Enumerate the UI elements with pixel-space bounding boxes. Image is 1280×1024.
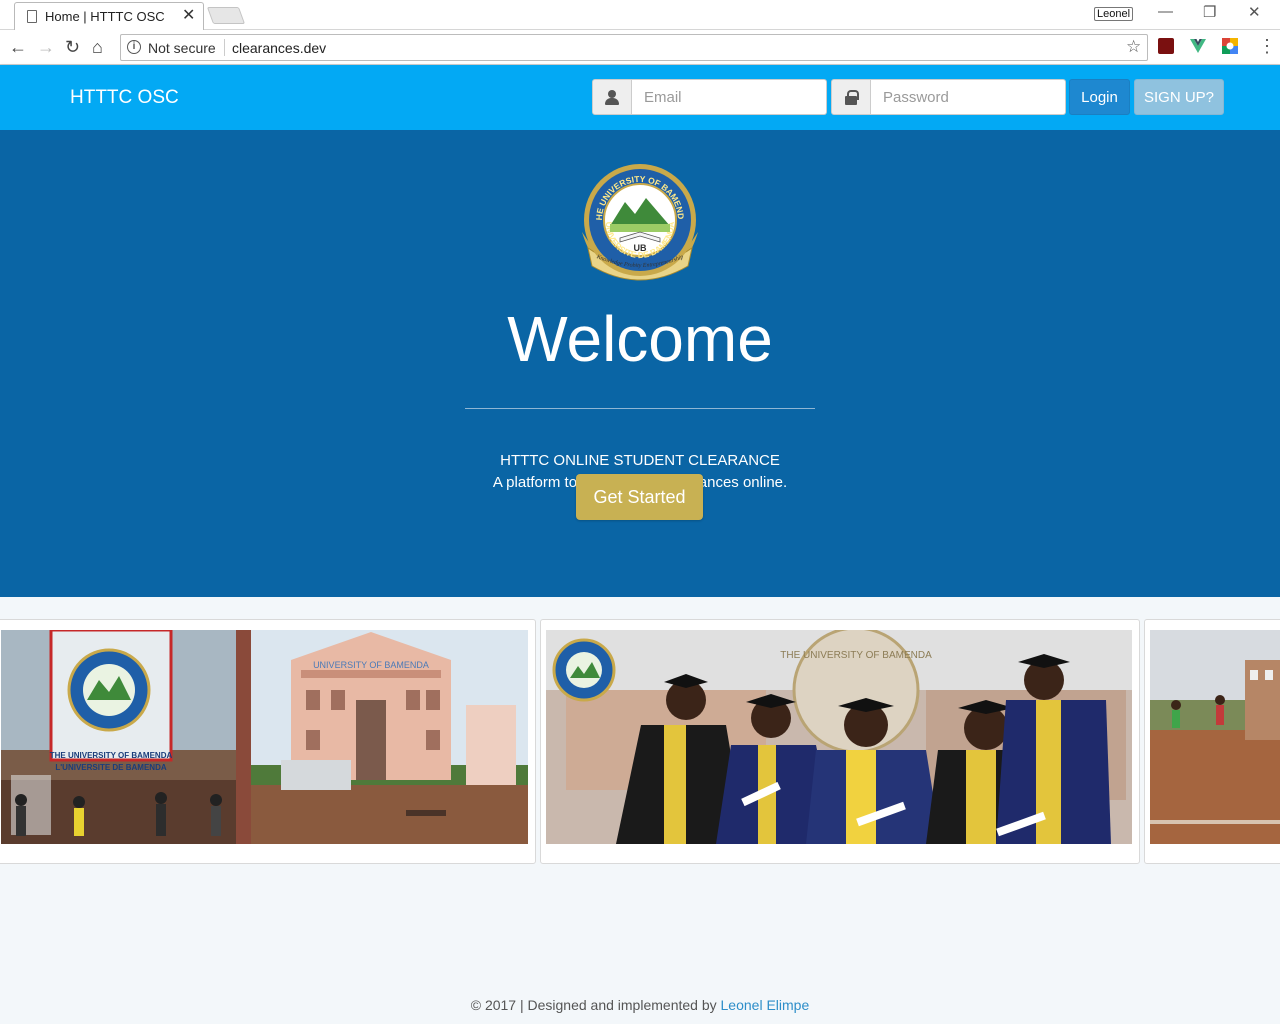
document-icon	[27, 10, 37, 23]
brand-link[interactable]: HTTTC OSC	[70, 87, 179, 109]
lock-icon	[845, 89, 859, 105]
browser-toolbar: ← → ↻ ⌂ i Not secure clearances.dev ☆ ⋮	[0, 30, 1280, 65]
hero-title: HTTTC ONLINE STUDENT CLEARANCE	[500, 452, 780, 469]
divider	[224, 39, 225, 56]
browser-menu-icon[interactable]: ⋮	[1258, 36, 1276, 56]
pdf-extension-icon[interactable]	[1158, 38, 1174, 54]
back-icon[interactable]: ←	[9, 37, 27, 57]
gallery-card[interactable]	[1144, 619, 1280, 864]
password-addon	[831, 79, 871, 115]
password-field[interactable]	[871, 79, 1066, 115]
forward-icon[interactable]: →	[37, 37, 55, 57]
photo-sign-text-2: L'UNIVERSITE DE BAMENDA	[55, 763, 166, 772]
hero-section: THE UNIVERSITY OF BAMENDA UNIVERSITE DE …	[0, 130, 1280, 597]
browser-tab[interactable]: Home | HTTTC OSC ✕	[14, 2, 204, 30]
campus-entrance-photo: THE UNIVERSITY OF BAMENDA L'UNIVERSITE D…	[1, 630, 528, 844]
photo-building-text: UNIVERSITY OF BAMENDA	[313, 660, 429, 670]
url-text[interactable]: clearances.dev	[232, 40, 326, 56]
tab-title: Home | HTTTC OSC	[45, 9, 165, 24]
sports-field-photo	[1150, 630, 1280, 844]
get-started-button[interactable]: Get Started	[576, 474, 703, 520]
login-button[interactable]: Login	[1069, 79, 1130, 115]
tab-close-icon[interactable]: ✕	[182, 7, 195, 25]
gallery-card[interactable]: THE UNIVERSITY OF BAMENDA L'UNIVERSITE D…	[0, 619, 536, 864]
home-icon[interactable]: ⌂	[92, 37, 103, 57]
browser-tab-bar: Home | HTTTC OSC ✕ Leonel — ❐ ✕	[0, 0, 1280, 30]
vue-extension-icon[interactable]	[1190, 38, 1206, 54]
security-label: Not secure	[148, 40, 216, 56]
address-bar[interactable]: i Not secure clearances.dev ☆	[120, 34, 1148, 61]
google-extension-icon[interactable]	[1222, 38, 1238, 54]
hero-divider	[465, 408, 815, 409]
restore-icon[interactable]: ❐	[1203, 3, 1216, 21]
seal-center-text: UB	[634, 243, 647, 253]
user-icon	[605, 89, 619, 105]
graduates-photo: THE UNIVERSITY OF BAMENDA	[546, 630, 1132, 844]
gallery-card[interactable]: THE UNIVERSITY OF BAMENDA	[540, 619, 1140, 864]
reload-icon[interactable]: ↻	[65, 37, 80, 57]
window-close-icon[interactable]: ✕	[1248, 3, 1261, 21]
photo-seal-text: THE UNIVERSITY OF BAMENDA	[780, 650, 932, 661]
welcome-heading: Welcome	[507, 303, 773, 375]
info-icon[interactable]: i	[127, 40, 141, 54]
email-addon	[592, 79, 632, 115]
site-navbar: HTTTC OSC Login SIGN UP?	[0, 65, 1280, 130]
bookmark-star-icon[interactable]: ☆	[1126, 37, 1141, 57]
signup-button[interactable]: SIGN UP?	[1134, 79, 1224, 115]
author-link[interactable]: Leonel Elimpe	[721, 997, 810, 1013]
new-tab-button[interactable]	[206, 7, 246, 24]
footer: © 2017 | Designed and implemented by Leo…	[0, 997, 1280, 1013]
university-seal-logo: THE UNIVERSITY OF BAMENDA UNIVERSITE DE …	[580, 162, 698, 281]
photo-sign-text: THE UNIVERSITY OF BAMENDA	[50, 751, 173, 760]
email-field[interactable]	[632, 79, 827, 115]
email-input-group	[592, 79, 827, 115]
minimize-icon[interactable]: —	[1158, 3, 1173, 20]
footer-text: © 2017 | Designed and implemented by	[470, 997, 717, 1013]
profile-button[interactable]: Leonel	[1094, 7, 1134, 21]
password-input-group	[831, 79, 1066, 115]
